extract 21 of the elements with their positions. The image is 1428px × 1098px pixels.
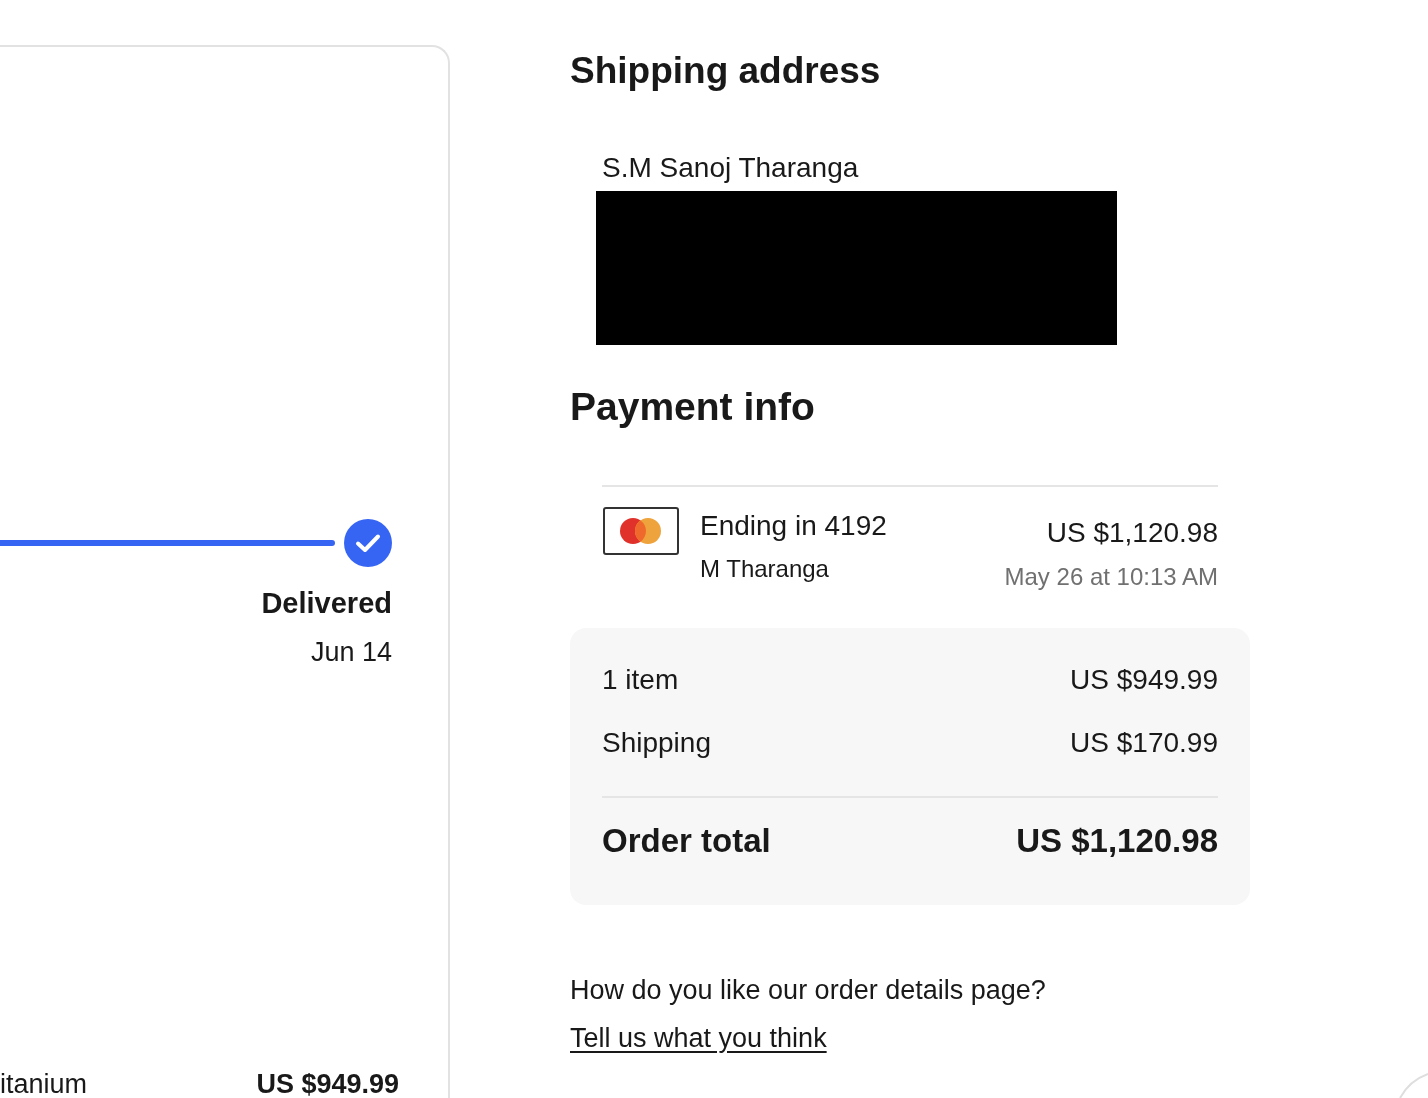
payment-date: May 26 at 10:13 AM	[1004, 562, 1218, 592]
card-ending: Ending in 4192	[700, 509, 887, 543]
feedback-question: How do you like our order details page?	[570, 974, 1047, 1007]
floating-button[interactable]	[1399, 1073, 1428, 1098]
step-label: Delivered	[261, 587, 392, 619]
total-label: Order total	[602, 821, 771, 861]
summary-value: US $170.99	[1070, 726, 1218, 760]
total-value: US $1,120.98	[1016, 821, 1218, 861]
step-date: Jun 14	[310, 636, 392, 668]
summary-value: US $949.99	[1070, 663, 1218, 697]
item-title: itanium	[0, 1070, 88, 1098]
item-price: US $949.99	[256, 1070, 399, 1098]
feedback-link[interactable]: Tell us what you think	[570, 1021, 827, 1055]
summary-label: 1 item	[602, 663, 679, 697]
section-heading: Payment info	[570, 384, 816, 430]
recipient-name: S.M Sanoj Tharanga	[602, 151, 860, 185]
summary-label: Shipping	[602, 726, 711, 760]
card-holder: M Tharanga	[700, 554, 830, 584]
section-heading: Shipping address	[570, 49, 882, 93]
credit-card-icon	[603, 507, 679, 555]
payment-amount: US $1,120.98	[1046, 516, 1218, 550]
